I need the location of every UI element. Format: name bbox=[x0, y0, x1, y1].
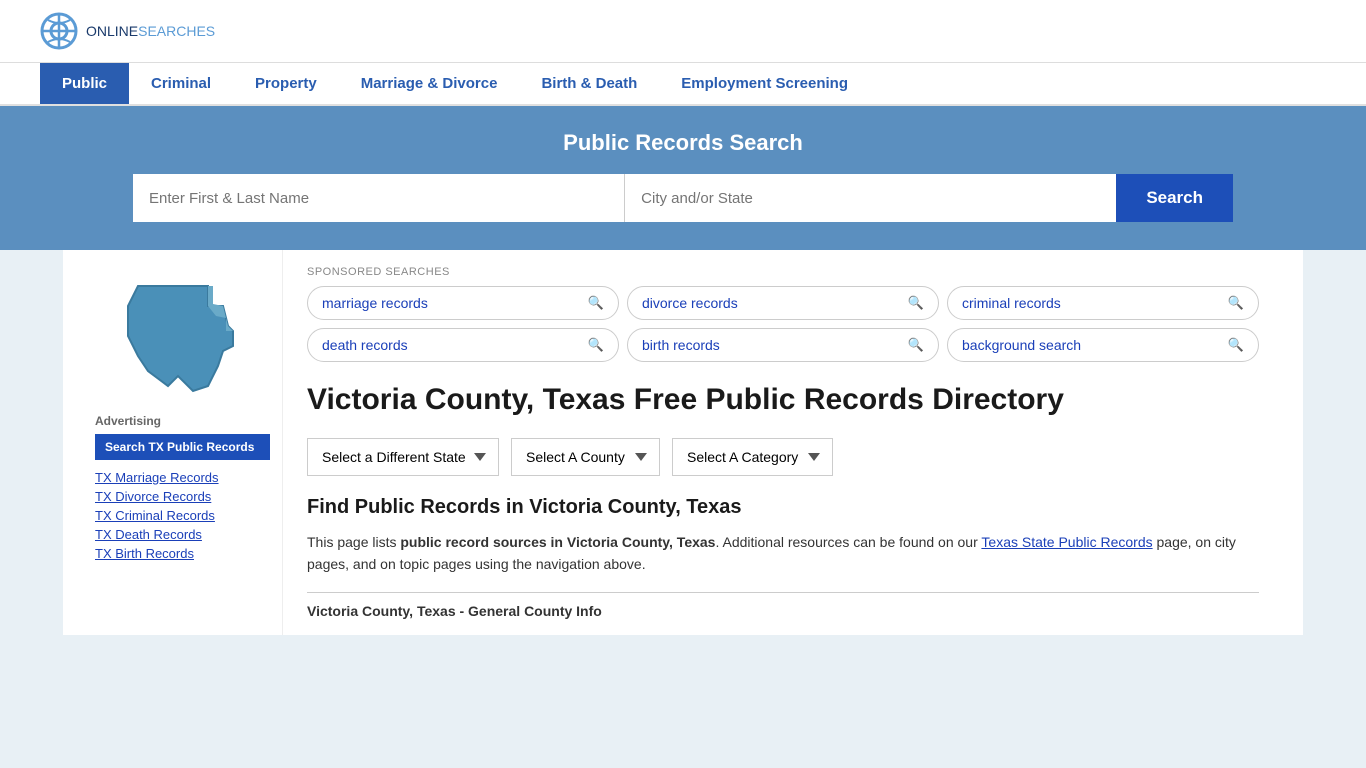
state-dropdown[interactable]: Select a Different State bbox=[307, 438, 499, 476]
main-nav: Public Criminal Property Marriage & Divo… bbox=[0, 63, 1366, 106]
dropdowns: Select a Different State Select A County… bbox=[307, 438, 1259, 476]
nav-public[interactable]: Public bbox=[40, 63, 129, 104]
texas-shape-icon bbox=[118, 276, 248, 396]
sponsored-item-marriage[interactable]: marriage records 🔍 bbox=[307, 286, 619, 320]
sidebar-link-divorce[interactable]: TX Divorce Records bbox=[95, 489, 270, 504]
texas-map bbox=[95, 266, 270, 396]
sponsored-label: SPONSORED SEARCHES bbox=[307, 266, 1259, 278]
sponsored-label-death: death records bbox=[322, 337, 408, 353]
sponsored-label-criminal: criminal records bbox=[962, 295, 1061, 311]
sidebar: Advertising Search TX Public Records TX … bbox=[83, 250, 283, 635]
logo-online: ONLINE bbox=[86, 23, 138, 39]
name-input[interactable] bbox=[133, 174, 625, 222]
sidebar-link-death[interactable]: TX Death Records bbox=[95, 527, 270, 542]
nav-criminal[interactable]: Criminal bbox=[129, 63, 233, 104]
find-title: Find Public Records in Victoria County, … bbox=[307, 496, 1259, 519]
nav-marriage-divorce[interactable]: Marriage & Divorce bbox=[339, 63, 520, 104]
logo-text: ONLINESEARCHES bbox=[86, 23, 215, 39]
sidebar-link-marriage[interactable]: TX Marriage Records bbox=[95, 470, 270, 485]
sponsored-label-divorce: divorce records bbox=[642, 295, 738, 311]
search-icon-birth: 🔍 bbox=[908, 337, 924, 353]
ad-button[interactable]: Search TX Public Records bbox=[95, 434, 270, 460]
find-link[interactable]: Texas State Public Records bbox=[981, 534, 1152, 550]
location-input[interactable] bbox=[625, 174, 1116, 222]
search-icon-marriage: 🔍 bbox=[588, 295, 604, 311]
sponsored-item-criminal[interactable]: criminal records 🔍 bbox=[947, 286, 1259, 320]
hero-section: Public Records Search Search bbox=[0, 106, 1366, 250]
nav-employment[interactable]: Employment Screening bbox=[659, 63, 870, 104]
sidebar-link-criminal[interactable]: TX Criminal Records bbox=[95, 508, 270, 523]
sponsored-item-birth[interactable]: birth records 🔍 bbox=[627, 328, 939, 362]
sponsored-item-background[interactable]: background search 🔍 bbox=[947, 328, 1259, 362]
find-desc-part1: This page lists bbox=[307, 534, 400, 550]
sponsored-label-marriage: marriage records bbox=[322, 295, 428, 311]
search-bar: Search bbox=[133, 174, 1233, 222]
directory-title: Victoria County, Texas Free Public Recor… bbox=[307, 382, 1259, 418]
nav-birth-death[interactable]: Birth & Death bbox=[519, 63, 659, 104]
site-header: ONLINESEARCHES bbox=[0, 0, 1366, 63]
search-icon-death: 🔍 bbox=[588, 337, 604, 353]
find-desc-part2: . Additional resources can be found on o… bbox=[715, 534, 981, 550]
logo-icon bbox=[40, 12, 78, 50]
main-wrapper: Advertising Search TX Public Records TX … bbox=[63, 250, 1303, 635]
search-button[interactable]: Search bbox=[1116, 174, 1233, 222]
search-icon-background: 🔍 bbox=[1228, 337, 1244, 353]
sponsored-item-death[interactable]: death records 🔍 bbox=[307, 328, 619, 362]
logo-searches: SEARCHES bbox=[138, 23, 215, 39]
content-area: SPONSORED SEARCHES marriage records 🔍 di… bbox=[283, 250, 1283, 635]
sponsored-label-background: background search bbox=[962, 337, 1081, 353]
sidebar-link-birth[interactable]: TX Birth Records bbox=[95, 546, 270, 561]
county-info-bar: Victoria County, Texas - General County … bbox=[307, 592, 1259, 619]
hero-title: Public Records Search bbox=[40, 130, 1326, 156]
category-dropdown[interactable]: Select A Category bbox=[672, 438, 833, 476]
search-icon-divorce: 🔍 bbox=[908, 295, 924, 311]
sponsored-item-divorce[interactable]: divorce records 🔍 bbox=[627, 286, 939, 320]
find-description: This page lists public record sources in… bbox=[307, 531, 1259, 576]
sponsored-grid: marriage records 🔍 divorce records 🔍 cri… bbox=[307, 286, 1259, 362]
find-desc-bold: public record sources in Victoria County… bbox=[400, 534, 715, 550]
nav-property[interactable]: Property bbox=[233, 63, 339, 104]
advertising-label: Advertising bbox=[95, 414, 270, 428]
sponsored-label-birth: birth records bbox=[642, 337, 720, 353]
search-icon-criminal: 🔍 bbox=[1228, 295, 1244, 311]
sidebar-links: TX Marriage Records TX Divorce Records T… bbox=[95, 470, 270, 561]
logo[interactable]: ONLINESEARCHES bbox=[40, 12, 215, 50]
county-dropdown[interactable]: Select A County bbox=[511, 438, 660, 476]
